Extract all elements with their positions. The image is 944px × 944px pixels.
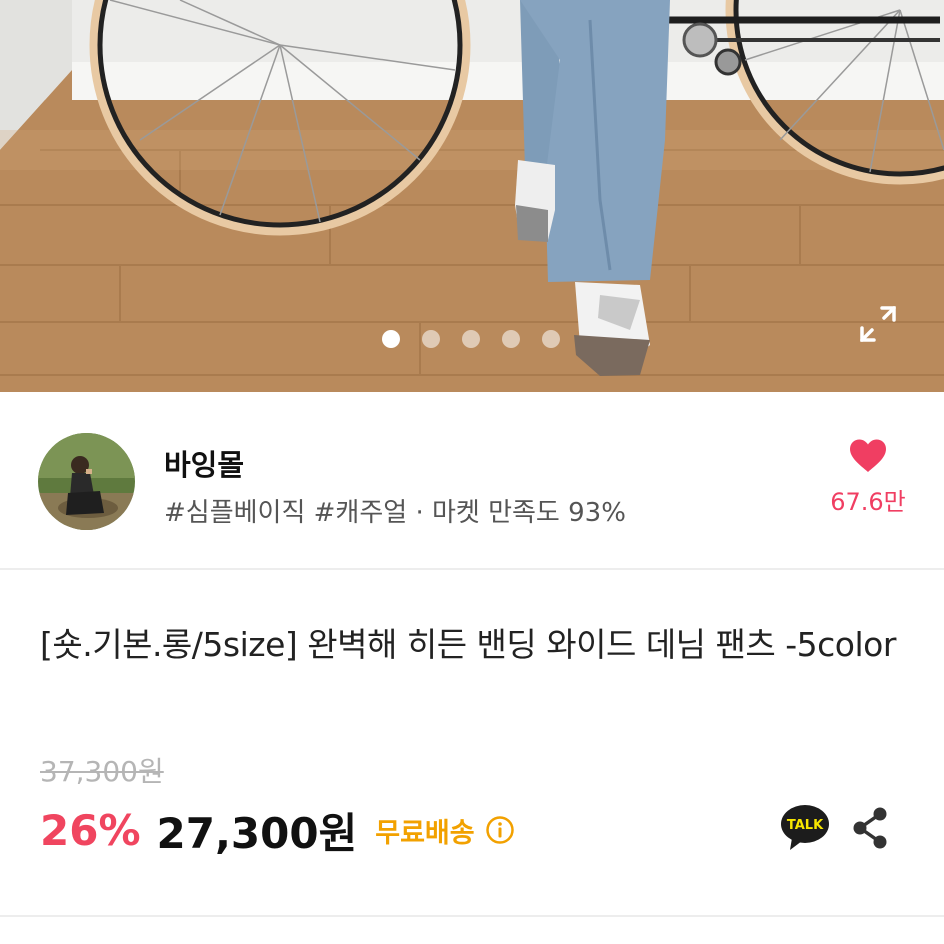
sale-price: 27,300원 (156, 808, 358, 858)
kakao-talk-button[interactable]: TALK (780, 804, 830, 852)
product-title: [숏.기본.롱/5size] 완벽해 히든 밴딩 와이드 데님 팬츠 -5col… (40, 625, 896, 664)
carousel-dot[interactable] (382, 330, 400, 348)
share-button[interactable] (850, 806, 890, 850)
carousel-dot[interactable] (462, 330, 480, 348)
carousel-dot[interactable] (542, 330, 560, 348)
shop-tags-rating: #심플베이직 #캐주얼 · 마켓 만족도 93% (164, 498, 626, 528)
expand-icon (860, 306, 896, 342)
shop-avatar[interactable] (38, 433, 135, 530)
like-count: 67.6만 (830, 488, 906, 516)
expand-button[interactable] (858, 304, 898, 344)
carousel-dot[interactable] (502, 330, 520, 348)
product-image[interactable] (0, 0, 944, 392)
original-price: 37,300원 (40, 755, 164, 788)
price-row: 26% 27,300원 무료배송 (40, 802, 515, 858)
info-icon[interactable] (485, 815, 515, 845)
free-shipping-label: 무료배송 (375, 817, 475, 849)
talk-label: TALK (787, 818, 824, 833)
carousel-dot[interactable] (422, 330, 440, 348)
shop-info: 바잉몰 #심플베이직 #캐주얼 · 마켓 만족도 93% 67.6만 (0, 392, 944, 570)
section-divider (0, 915, 944, 917)
discount-rate: 26% (40, 805, 141, 855)
shop-name[interactable]: 바잉몰 (164, 442, 244, 484)
heart-icon (850, 439, 886, 472)
kakao-talk-icon: TALK (781, 805, 829, 850)
share-icon (853, 807, 887, 849)
carousel-dots (382, 330, 560, 348)
like-button[interactable]: 67.6만 (820, 438, 916, 528)
avatar-image (38, 433, 135, 530)
